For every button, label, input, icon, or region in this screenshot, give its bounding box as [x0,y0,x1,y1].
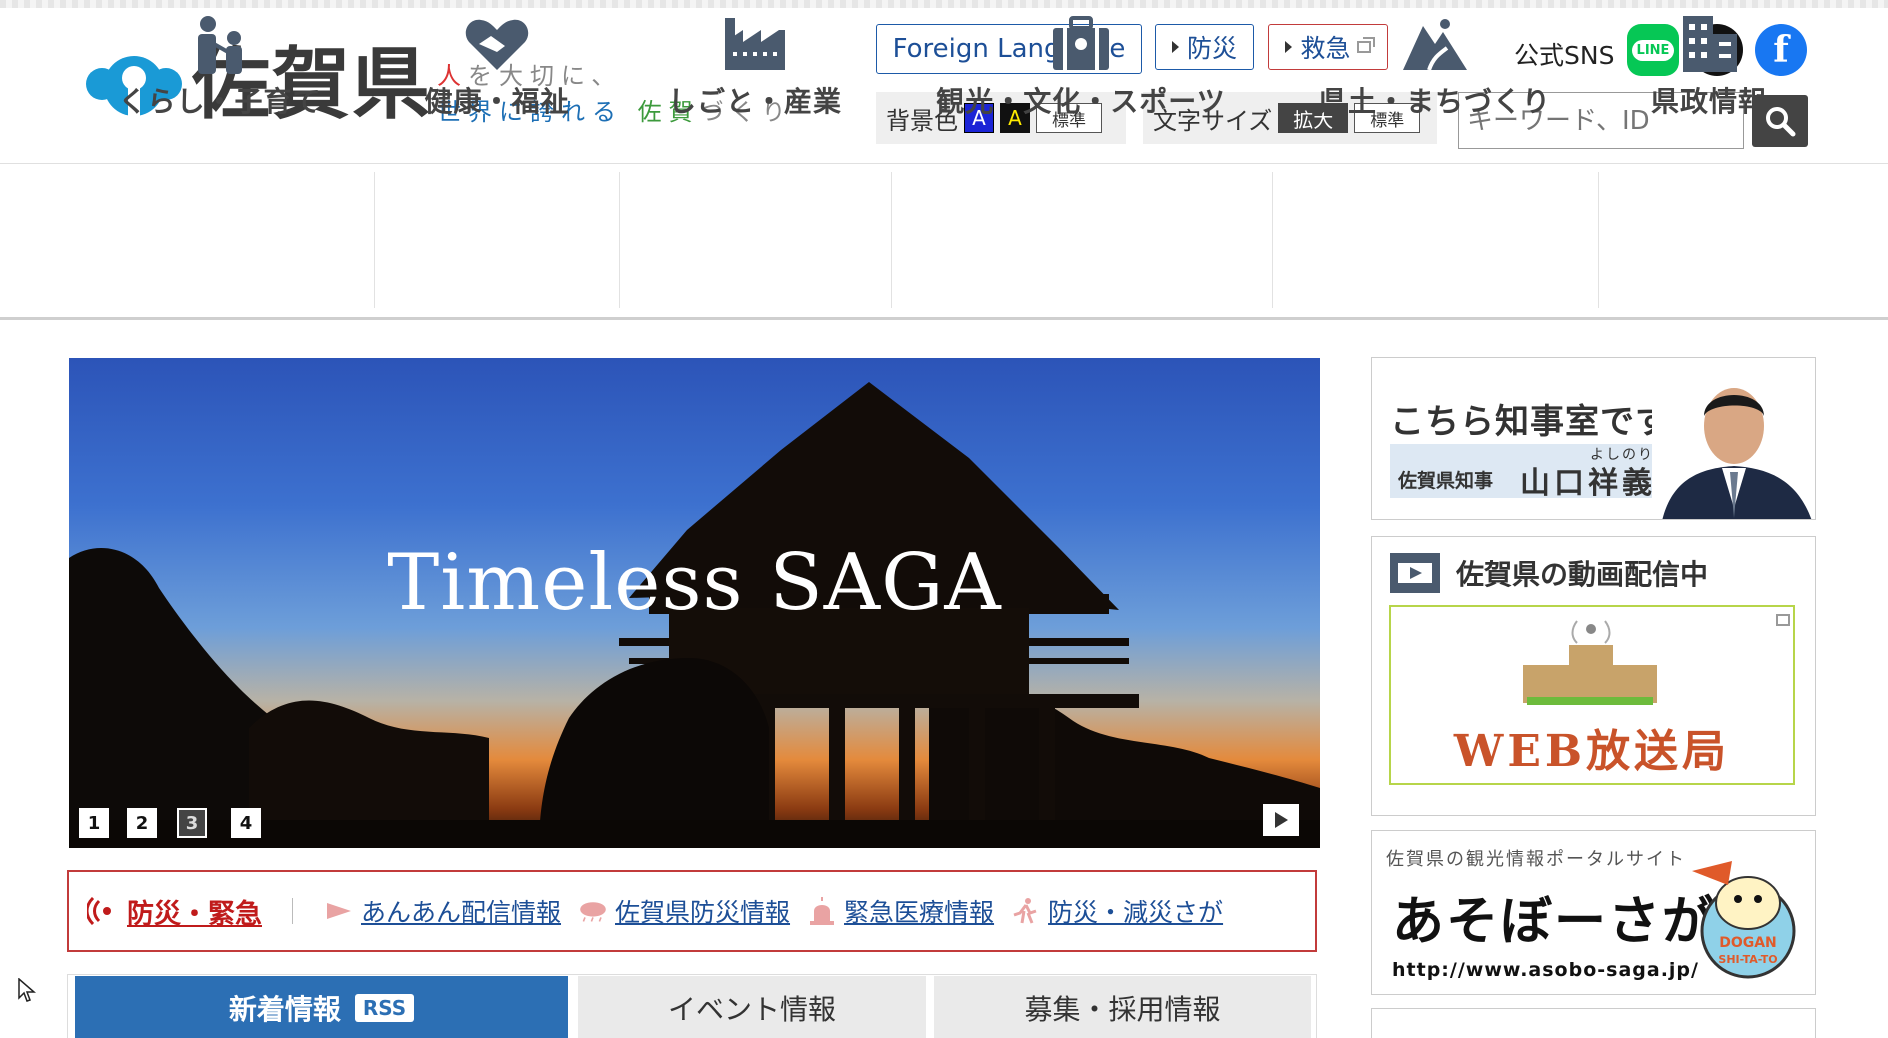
governor-banner[interactable]: こちら知事室です 佐賀県知事 よしのり 山口祥義 [1371,357,1816,520]
gnav-divider [891,172,892,308]
gnav-kenko[interactable]: 健康・福祉 [375,0,619,138]
bousai-info-link[interactable]: 佐賀県防災情報 [577,893,790,929]
slider-page-1[interactable]: 1 [79,808,109,838]
slider-page-4[interactable]: 4 [231,808,261,838]
slider-page-3[interactable]: 3 [177,808,207,838]
mountain-road-icon [1403,19,1467,71]
building-icon [1683,16,1737,72]
gnav-divider [1598,172,1599,308]
broadcast-icon [87,897,111,925]
gnav-kensei[interactable]: 県政情報 [1599,0,1819,138]
gnav-kendo[interactable]: 県土・まちづくり [1273,0,1597,138]
rain-cloud-icon [580,902,606,922]
mouse-cursor-icon [18,978,37,1002]
family-icon [198,16,242,74]
web-housoukyoku-link[interactable]: WEB放送局 [1389,605,1795,785]
gnav-shigoto[interactable]: しごと・産業 [620,0,890,138]
asobo-saga-banner[interactable]: 佐賀県の観光情報ポータルサイト あそぼーさが http://www.asobo-… [1371,830,1816,995]
bousai-emergency-bar: 防災・緊急 あんあん配信情報 佐賀県防災情報 緊急医療情報 防災・減災さが [67,870,1317,952]
rss-badge[interactable]: RSS [354,994,415,1022]
bousai-divider [292,898,293,924]
tab-news[interactable]: 新着情報 RSS [75,976,568,1038]
hero-title: Timeless SAGA [387,538,1002,628]
hero-slider[interactable]: Timeless SAGA [69,358,1320,848]
svg-text:DOGAN: DOGAN [1719,935,1777,951]
gnav-divider [374,172,375,308]
slider-play-button[interactable] [1263,804,1299,836]
gnav-kanko[interactable]: 観光・文化・スポーツ [892,0,1270,138]
mascot-image: DOGAN SHI-TA-TO [1692,861,1796,979]
next-sidebar-banner[interactable] [1371,1008,1816,1038]
gnav-divider [1272,172,1273,308]
governor-photo [1652,368,1815,519]
gnav-divider [619,172,620,308]
factory-icon [725,18,785,70]
gnav-bottom-border [0,317,1888,320]
svg-text:SHI-TA-TO: SHI-TA-TO [1718,953,1777,966]
heart-handshake-icon [465,19,529,71]
emergency-medical-link[interactable]: 緊急医療情報 [806,893,994,929]
running-person-icon [1013,898,1037,924]
suitcase-icon [1053,16,1109,70]
bousai-gensai-link[interactable]: 防災・減災さが [1010,893,1223,929]
gnav-kurashi[interactable]: くらし・子育て [100,0,340,138]
megaphone-icon [327,903,351,919]
siren-icon [810,897,835,925]
header-divider [0,163,1888,164]
slider-page-2[interactable]: 2 [127,808,157,838]
anan-link[interactable]: あんあん配信情報 [323,893,561,929]
tab-event[interactable]: イベント情報 [578,976,926,1038]
video-banner: 佐賀県の動画配信中 WEB放送局 [1371,536,1816,816]
bousai-title-link[interactable]: 防災・緊急 [127,892,262,931]
film-icon [1390,553,1440,593]
tab-recruit[interactable]: 募集・採用情報 [934,976,1311,1038]
play-icon [1275,812,1288,828]
